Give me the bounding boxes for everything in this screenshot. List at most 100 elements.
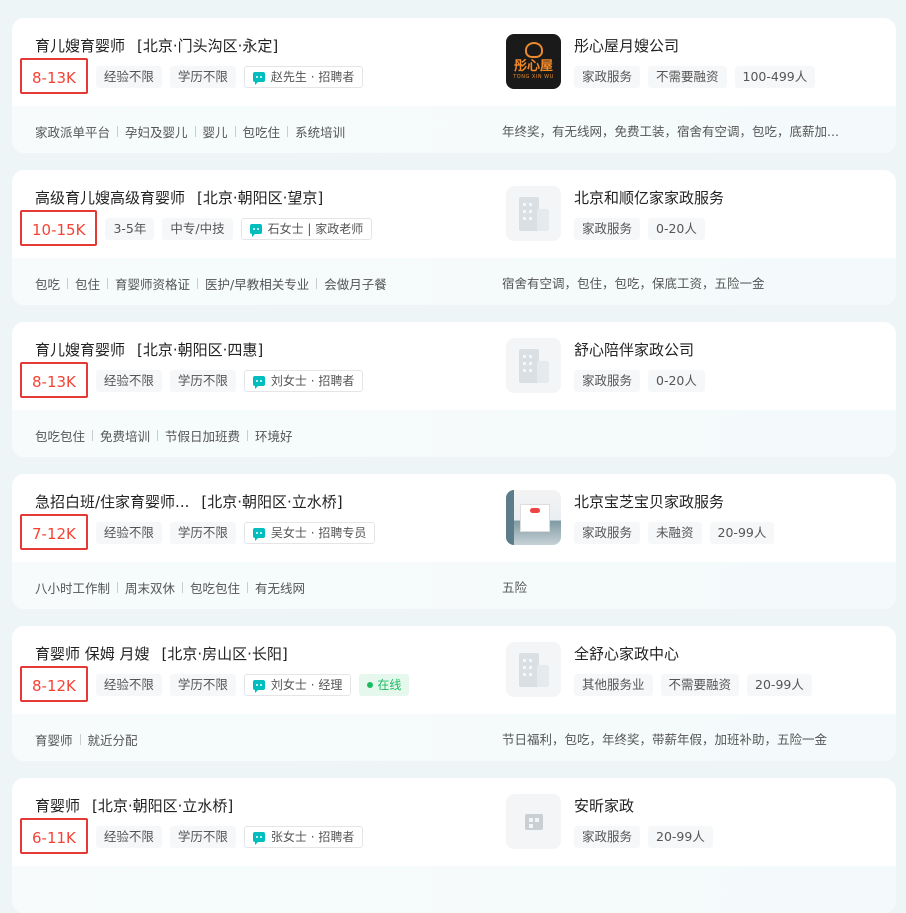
- job-tags: 经验不限 学历不限 赵先生 · 招聘者: [95, 66, 364, 88]
- recruiter-chat-button[interactable]: 赵先生 · 招聘者: [243, 66, 364, 88]
- job-card[interactable]: 育婴师 保姆 月嫂 [北京·房山区·长阳] 8-12K 经验不限 学历不限 刘女士 · 经…: [12, 626, 896, 761]
- company-tag: 家政服务: [574, 370, 641, 392]
- skill-tag: 周末双休: [125, 581, 176, 596]
- job-name[interactable]: 育婴师: [35, 795, 80, 816]
- company-logo[interactable]: [506, 186, 561, 241]
- job-title[interactable]: 育婴师 保姆 月嫂 [北京·房山区·长阳]: [35, 643, 288, 664]
- divider: [247, 582, 249, 593]
- skill-tag: 孕妇及婴儿: [125, 125, 188, 140]
- building-icon: [524, 813, 543, 830]
- company-tags: 家政服务 未融资 20-99人: [574, 522, 775, 544]
- logo-subtext: TONG XIN WU: [513, 74, 554, 80]
- job-tag: 经验不限: [95, 826, 162, 848]
- skill-tag: 育婴师: [35, 733, 73, 748]
- job-name[interactable]: 育婴师 保姆 月嫂: [35, 643, 150, 664]
- company-name[interactable]: 舒心陪伴家政公司: [574, 339, 694, 360]
- job-tag: 经验不限: [95, 522, 162, 544]
- chat-icon: [252, 376, 265, 389]
- divider: [157, 430, 159, 441]
- skill-tag: 就近分配: [87, 733, 138, 748]
- company-tag: 不需要融资: [660, 674, 740, 696]
- divider: [79, 734, 81, 745]
- company-tag: 其他服务业: [574, 674, 653, 696]
- recruiter-chat-button[interactable]: 吴女士 · 招聘专员: [243, 522, 376, 544]
- job-card[interactable]: 育儿嫂育婴师 [北京·朝阳区·四惠] 8-13K 经验不限 学历不限 刘女士 · 招聘者包…: [12, 322, 896, 457]
- company-logo[interactable]: [506, 490, 561, 545]
- heart-mark-icon: [524, 42, 543, 58]
- job-list: 育儿嫂育婴师 [北京·门头沟区·永定] 8-13K 经验不限 学历不限 赵先生 · 招聘者…: [0, 0, 906, 913]
- job-tags: 经验不限 学历不限 刘女士 · 招聘者: [95, 370, 364, 392]
- skill-tags: 育婴师 就近分配: [35, 730, 138, 749]
- skill-tag: 包吃住: [242, 125, 281, 140]
- job-card[interactable]: 育婴师 [北京·朝阳区·立水桥] 6-11K 经验不限 学历不限 张女士 · 招聘者 安昕家…: [12, 778, 896, 913]
- salary: 7-12K: [20, 514, 88, 550]
- company-name[interactable]: 北京宝芝宝贝家政服务: [574, 491, 724, 512]
- recruiter-name: 刘女士 · 招聘者: [270, 374, 355, 388]
- job-tags: 3-5年 中专/中技 石女士 | 家政老师: [105, 218, 373, 240]
- company-name[interactable]: 北京和顺亿家家政服务: [574, 187, 724, 208]
- chat-icon: [252, 832, 265, 845]
- company-tag: 家政服务: [574, 66, 641, 88]
- company-tag: 20-99人: [648, 826, 713, 848]
- building-icon: [518, 652, 549, 687]
- building-icon: [518, 348, 549, 383]
- divider: [107, 278, 109, 289]
- divider: [194, 126, 196, 137]
- job-name[interactable]: 育儿嫂育婴师: [35, 35, 125, 56]
- skill-tags: 家政派单平台 孕妇及婴儿 婴儿 包吃住 系统培训: [35, 122, 345, 141]
- job-tags: 经验不限 学历不限 刘女士 · 经理 在线: [95, 674, 410, 696]
- divider: [287, 126, 289, 137]
- divider: [316, 278, 318, 289]
- job-card[interactable]: 急招白班/住家育婴师... [北京·朝阳区·立水桥] 7-12K 经验不限 学历不限 吴女…: [12, 474, 896, 609]
- company-tag: 不需要融资: [648, 66, 727, 88]
- chat-icon: [249, 224, 262, 237]
- recruiter-chat-button[interactable]: 刘女士 · 招聘者: [243, 370, 364, 392]
- skill-tag: 家政派单平台: [35, 125, 111, 140]
- online-label: 在线: [377, 678, 402, 692]
- job-card[interactable]: 高级育儿嫂高级育婴师 [北京·朝阳区·望京] 10-15K 3-5年 中专/中技 石女士 …: [12, 170, 896, 305]
- salary: 8-13K: [20, 58, 88, 94]
- recruiter-chat-button[interactable]: 石女士 | 家政老师: [240, 218, 373, 240]
- skill-tags: 包吃 包住 育婴师资格证 医护/早教相关专业 会做月子餐: [35, 274, 387, 293]
- job-card[interactable]: 育儿嫂育婴师 [北京·门头沟区·永定] 8-13K 经验不限 学历不限 赵先生 · 招聘者…: [12, 18, 896, 153]
- job-tag: 3-5年: [105, 218, 155, 240]
- divider: [117, 582, 119, 593]
- job-tag: 学历不限: [169, 674, 236, 696]
- recruiter-chat-button[interactable]: 张女士 · 招聘者: [243, 826, 364, 848]
- company-logo[interactable]: [506, 794, 561, 849]
- job-name[interactable]: 育儿嫂育婴师: [35, 339, 125, 360]
- benefits-text: 宿舍有空调，包住，包吃，保底工资，五险一金: [502, 276, 765, 291]
- job-title[interactable]: 高级育儿嫂高级育婴师 [北京·朝阳区·望京]: [35, 187, 323, 208]
- company-tags: 其他服务业 不需要融资 20-99人: [574, 674, 812, 696]
- divider: [234, 126, 236, 137]
- job-title[interactable]: 育儿嫂育婴师 [北京·门头沟区·永定]: [35, 35, 278, 56]
- skill-tags: 八小时工作制 周末双休 包吃包住 有无线网: [35, 578, 305, 597]
- building-icon: [518, 196, 549, 231]
- recruiter-name: 吴女士 · 招聘专员: [270, 526, 367, 540]
- company-logo[interactable]: [506, 642, 561, 697]
- company-tag: 家政服务: [574, 218, 641, 240]
- chat-icon: [252, 528, 265, 541]
- divider: [67, 278, 69, 289]
- job-name[interactable]: 高级育儿嫂高级育婴师: [35, 187, 185, 208]
- company-tag: 20-99人: [709, 522, 775, 544]
- recruiter-chat-button[interactable]: 刘女士 · 经理: [243, 674, 352, 696]
- job-title[interactable]: 育儿嫂育婴师 [北京·朝阳区·四惠]: [35, 339, 263, 360]
- company-name[interactable]: 安昕家政: [574, 795, 634, 816]
- job-tag: 经验不限: [95, 370, 162, 392]
- job-title[interactable]: 育婴师 [北京·朝阳区·立水桥]: [35, 795, 233, 816]
- benefits-text: 年终奖，有无线网，免费工装，宿舍有空调，包吃，底薪加...: [502, 124, 839, 139]
- salary: 6-11K: [20, 818, 88, 854]
- divider: [247, 430, 249, 441]
- company-name[interactable]: 全舒心家政中心: [574, 643, 679, 664]
- company-logo[interactable]: [506, 338, 561, 393]
- company-tag: 家政服务: [574, 522, 641, 544]
- company-name[interactable]: 彤心屋月嫂公司: [574, 35, 679, 56]
- job-title[interactable]: 急招白班/住家育婴师... [北京·朝阳区·立水桥]: [35, 491, 343, 512]
- job-tag: 学历不限: [169, 826, 236, 848]
- online-dot-icon: [367, 682, 374, 688]
- divider: [92, 430, 94, 441]
- company-logo[interactable]: 彤心屋 TONG XIN WU: [506, 34, 561, 89]
- job-tag: 学历不限: [169, 66, 236, 88]
- job-name[interactable]: 急招白班/住家育婴师...: [35, 491, 189, 512]
